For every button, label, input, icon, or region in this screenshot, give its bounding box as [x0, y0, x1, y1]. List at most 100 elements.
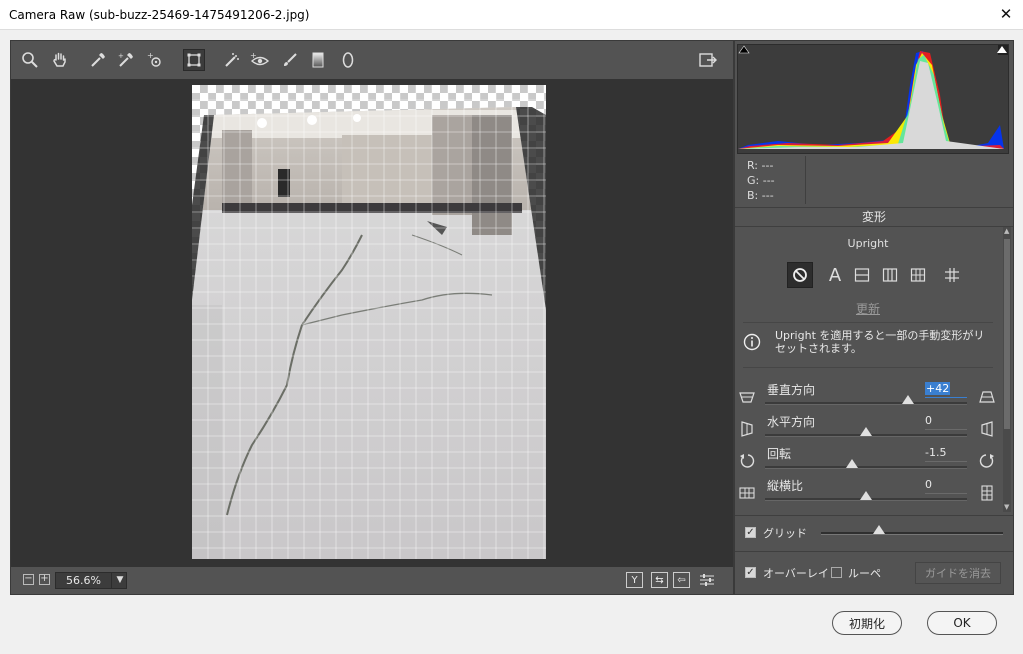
- slider-thumb[interactable]: [860, 427, 872, 436]
- divider: [743, 322, 993, 323]
- graduated-filter-icon[interactable]: [307, 49, 329, 71]
- b-label: B:: [747, 189, 759, 202]
- swap-settings-icon[interactable]: ⇆: [651, 572, 668, 588]
- level-icon: [854, 268, 870, 282]
- close-window-button[interactable]: ✕: [993, 3, 1019, 25]
- grid-size-track[interactable]: [821, 532, 1003, 535]
- upright-info-text: Upright を適用すると一部の手動変形がリセットされます。: [775, 329, 985, 355]
- grid-option-row: ✓ グリッド: [735, 515, 1013, 550]
- white-balance-icon[interactable]: [87, 49, 109, 71]
- slider-value-text: 0: [925, 478, 932, 491]
- loupe-label: ルーペ: [848, 567, 881, 580]
- slider-value-input[interactable]: +42: [925, 382, 967, 398]
- open-preferences-icon[interactable]: [697, 49, 719, 71]
- transform-tool-icon[interactable]: [183, 49, 205, 71]
- targeted-adjustment-icon[interactable]: +: [145, 49, 167, 71]
- window-title: Camera Raw (sub-buzz-25469-1475491206-2.…: [9, 7, 310, 22]
- grid-size-thumb[interactable]: [873, 525, 886, 534]
- upright-label: Upright: [847, 237, 889, 250]
- grid-label: グリッド: [763, 527, 807, 540]
- copy-settings-icon[interactable]: ⇦: [673, 572, 690, 588]
- image-preview-area[interactable]: [11, 79, 733, 567]
- upright-off-button[interactable]: [787, 262, 813, 288]
- scrollbar-thumb[interactable]: [1004, 239, 1010, 429]
- slider-value-text: -1.5: [925, 446, 947, 459]
- full-grid-icon: [910, 268, 926, 282]
- zoom-in-button[interactable]: +: [39, 574, 50, 585]
- rotate-right-icon: [979, 453, 995, 469]
- info-icon: [743, 333, 761, 351]
- slider-label: 回転: [767, 447, 792, 461]
- slider-horizontal[interactable]: 水平方向 0: [735, 413, 1001, 445]
- ok-button[interactable]: OK: [927, 611, 997, 635]
- slider-label: 垂直方向: [767, 383, 816, 397]
- overlay-option-row: ✓ オーバーレイ ルーペ ガイドを消去: [735, 551, 1013, 594]
- vertical-perspective-left-icon: [739, 389, 755, 405]
- slider-label: 水平方向: [767, 415, 816, 429]
- adjustment-panel: R: --- G: --- B: --- 変形 Upright A 更新 Upr…: [733, 41, 1013, 594]
- histogram: [737, 44, 1009, 154]
- upright-auto-label: A: [828, 264, 842, 286]
- guided-icon: [945, 268, 959, 282]
- zoom-out-button[interactable]: −: [23, 574, 34, 585]
- svg-text:+: +: [118, 52, 124, 60]
- r-label: R:: [747, 159, 759, 172]
- slider-value-text: 0: [925, 414, 932, 427]
- vertical-perspective-right-icon: [979, 389, 995, 405]
- before-after-view-button[interactable]: Y: [626, 572, 643, 588]
- panel-scrollbar[interactable]: ▲ ▼: [1003, 227, 1011, 512]
- slider-thumb[interactable]: [902, 395, 915, 404]
- overlay-label: オーバーレイ: [763, 567, 829, 580]
- upright-auto-button[interactable]: A: [822, 262, 848, 288]
- vertical-icon: [882, 268, 898, 282]
- slider-value-input[interactable]: -1.5: [925, 446, 967, 462]
- adjustment-brush-icon[interactable]: [279, 49, 301, 71]
- color-sampler-icon[interactable]: +: [115, 49, 137, 71]
- zoom-tool-icon[interactable]: [19, 49, 41, 71]
- slider-track[interactable]: [765, 402, 967, 405]
- photo-preview[interactable]: [192, 85, 546, 559]
- slider-rotate[interactable]: 回転 -1.5: [735, 445, 1001, 477]
- slider-aspect[interactable]: 縦横比 0: [735, 477, 1001, 509]
- chevron-down-icon[interactable]: ▼: [111, 573, 128, 588]
- update-link[interactable]: 更新: [735, 300, 1001, 317]
- slider-thumb[interactable]: [845, 459, 858, 468]
- loupe-checkbox[interactable]: [831, 567, 842, 578]
- slider-value-input[interactable]: 0: [925, 478, 967, 494]
- window-titlebar: Camera Raw (sub-buzz-25469-1475491206-2.…: [0, 0, 1023, 30]
- zoom-level-value: 56.6%: [66, 574, 101, 587]
- upright-full-button[interactable]: [905, 262, 931, 288]
- g-value: ---: [762, 174, 775, 187]
- horizontal-perspective-left-icon: [739, 421, 755, 437]
- spot-removal-icon[interactable]: [221, 49, 243, 71]
- b-value: ---: [761, 189, 774, 202]
- slider-vertical[interactable]: 垂直方向 +42: [735, 381, 1001, 413]
- upright-vertical-button[interactable]: [877, 262, 903, 288]
- overlay-checkbox[interactable]: ✓: [745, 567, 756, 578]
- scroll-up-icon[interactable]: ▲: [1004, 228, 1009, 235]
- grid-checkbox[interactable]: ✓: [745, 527, 756, 538]
- divider: [743, 367, 993, 368]
- hand-tool-icon[interactable]: [49, 49, 71, 71]
- panel-title: 変形: [735, 207, 1013, 227]
- rgb-readout: R: --- G: --- B: ---: [747, 158, 775, 203]
- r-value: ---: [761, 159, 774, 172]
- clear-guides-button[interactable]: ガイドを消去: [915, 562, 1001, 584]
- upright-level-button[interactable]: [849, 262, 875, 288]
- view-settings-icon[interactable]: [699, 573, 715, 587]
- transform-panel-body: Upright A 更新 Upright を適用すると一部の手動変形がリセットさ…: [735, 227, 1001, 512]
- reset-button[interactable]: 初期化: [832, 611, 902, 635]
- svg-text:+: +: [147, 51, 154, 60]
- red-eye-icon[interactable]: +: [249, 49, 271, 71]
- camera-raw-main: + + + − + 56.6% ▼ Y ⇆ ⇦ R: --- G: --- B:…: [10, 40, 1014, 595]
- slider-track[interactable]: [765, 466, 967, 469]
- slider-value-input[interactable]: 0: [925, 414, 967, 430]
- readout-divider: [805, 156, 806, 204]
- compare-label: Y: [631, 574, 638, 586]
- svg-text:+: +: [250, 51, 257, 60]
- upright-guided-button[interactable]: [939, 262, 965, 288]
- slider-thumb[interactable]: [860, 491, 872, 500]
- no-icon: [793, 268, 807, 282]
- scroll-down-icon[interactable]: ▼: [1004, 504, 1009, 511]
- radial-filter-icon[interactable]: [337, 49, 359, 71]
